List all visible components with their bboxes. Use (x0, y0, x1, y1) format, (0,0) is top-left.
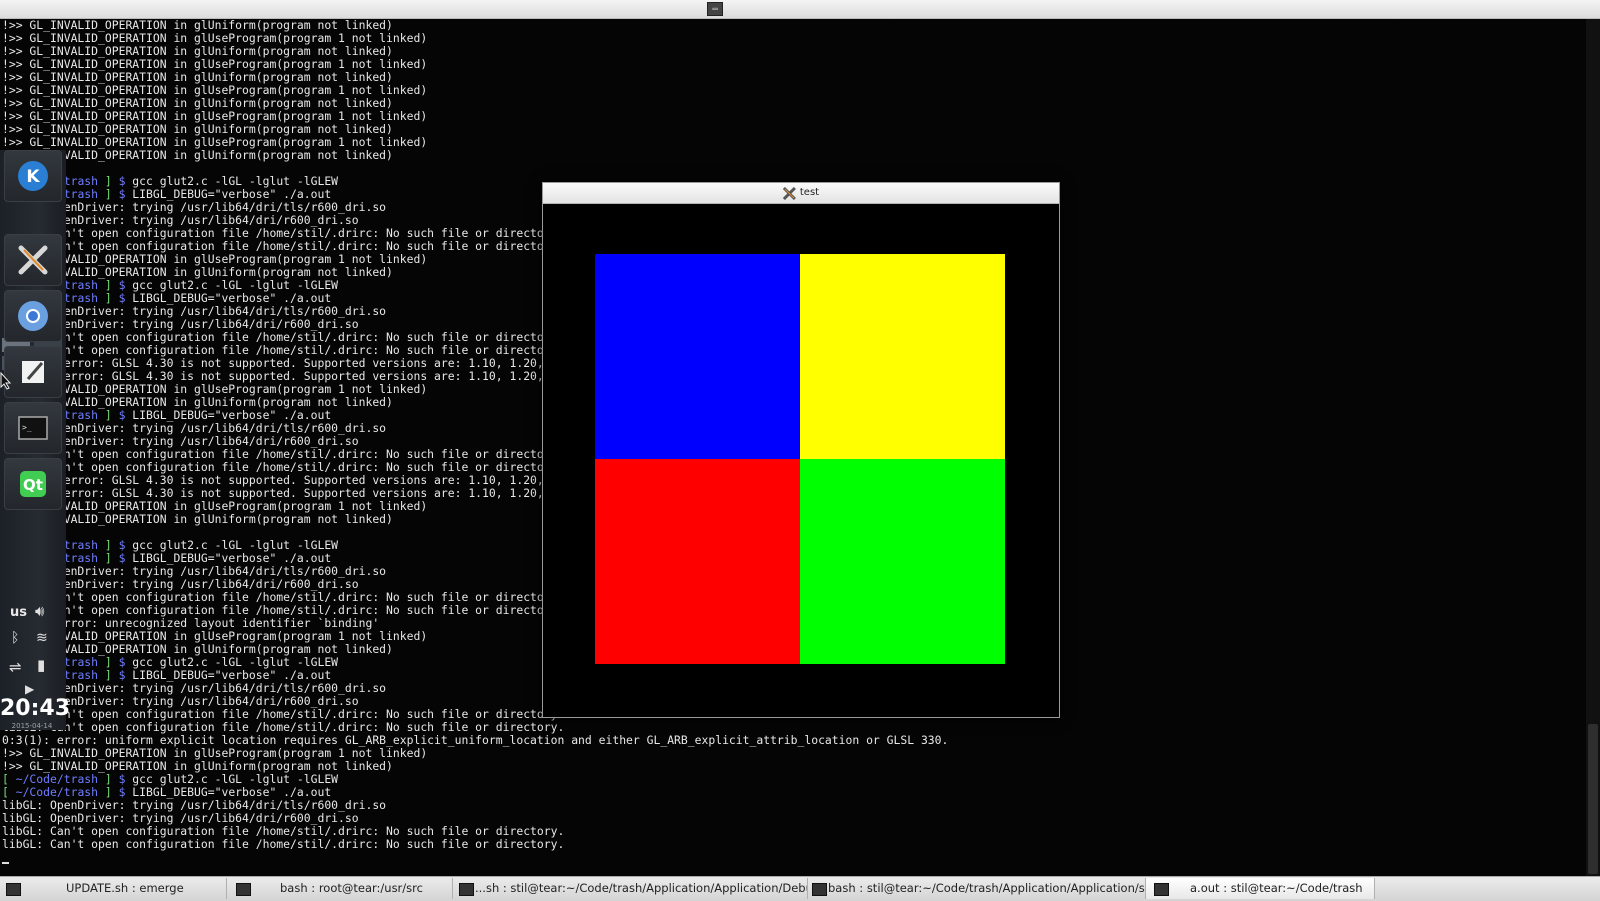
prompt-segment: ] (98, 785, 119, 799)
prompt-segment: [ (2, 785, 16, 799)
terminal-line (0, 851, 1586, 864)
clock-date: 2015-04-14 (11, 722, 53, 730)
terminal-icon (459, 883, 474, 896)
expand-tray-icon[interactable]: ▶ (25, 682, 34, 696)
terminal-icon (1154, 883, 1169, 896)
svg-text:>_: >_ (22, 423, 32, 432)
prompt-segment: $ (118, 278, 126, 292)
top-panel: ▭ (0, 0, 1600, 19)
prompt-segment: ] (98, 278, 119, 292)
x-window-icon (782, 186, 796, 200)
clipboard-icon[interactable]: ▮ (37, 656, 45, 674)
quad-bottom-left (595, 459, 800, 664)
terminal-line: libGL: Can't open configuration file /ho… (2, 837, 565, 851)
task-debug[interactable]: ...sh : stil@tear:~/Code/trash/Applicati… (453, 878, 808, 899)
task-label: a.out : stil@tear:~/Code/trash (1190, 881, 1363, 895)
task-label: bash : stil@tear:~/Code/trash/Applicatio… (828, 881, 1146, 895)
prompt-segment: ] (98, 174, 119, 188)
task-bash-root[interactable]: bash : root@tear:/usr/src (227, 878, 453, 899)
network-icon[interactable]: ⇌ (9, 658, 22, 676)
konsole-icon[interactable]: >_ (4, 402, 62, 454)
window-title: test (799, 187, 820, 198)
prompt-segment: $ (118, 655, 126, 669)
svg-text:Qt: Qt (23, 476, 43, 494)
task-label: UPDATE.sh : emerge (66, 881, 184, 895)
taskbar: UPDATE.sh : emerge bash : root@tear:/usr… (0, 876, 1600, 901)
prompt-segment: ] (98, 408, 119, 422)
mouse-pointer-icon (0, 372, 12, 390)
prompt-segment: ] (98, 551, 119, 565)
prompt-segment: $ (118, 551, 126, 565)
x-terminal-icon[interactable] (4, 234, 62, 286)
prompt-segment: $ (118, 772, 126, 786)
quad-bottom-right (800, 459, 1005, 664)
terminal-icon[interactable]: ▭ (707, 2, 723, 16)
prompt-segment: $ (118, 538, 126, 552)
task-label: bash : root@tear:/usr/src (280, 881, 423, 895)
test-window[interactable]: test (542, 182, 1060, 718)
prompt-segment: ] (98, 668, 119, 682)
prompt-segment: [ (2, 772, 16, 786)
wifi-icon[interactable]: ≋ (36, 630, 48, 646)
gl-canvas[interactable] (544, 204, 1058, 716)
keyboard-layout[interactable]: us (10, 605, 27, 620)
prompt-segment: $ (118, 187, 126, 201)
scrollbar-thumb[interactable] (1588, 724, 1598, 874)
qt-creator-icon[interactable]: Qt (4, 458, 62, 510)
task-update-emerge[interactable]: UPDATE.sh : emerge (0, 878, 227, 899)
quad-top-right (800, 254, 1005, 459)
terminal-cursor (2, 862, 9, 864)
task-src[interactable]: bash : stil@tear:~/Code/trash/Applicatio… (808, 878, 1146, 899)
prompt-segment: $ (118, 408, 126, 422)
prompt-segment: $ (118, 174, 126, 188)
terminal-icon (6, 883, 21, 896)
bluetooth-icon[interactable]: ᛒ (11, 630, 19, 646)
prompt-segment: ] (98, 538, 119, 552)
window-titlebar[interactable]: test (543, 183, 1059, 204)
terminal-scrollbar[interactable] (1586, 19, 1600, 876)
task-label: ...sh : stil@tear:~/Code/trash/Applicati… (475, 881, 808, 895)
quad-top-left (595, 254, 800, 459)
terminal-icon (812, 883, 827, 896)
left-panel: K >_ Qt us 🔊︎ ᛒ ≋ ⇌ ▮ ▶ (0, 150, 66, 730)
clock-time[interactable]: 20:43 (0, 696, 70, 721)
prompt-segment: ] (98, 655, 119, 669)
terminal-icon (236, 883, 251, 896)
text-editor-icon[interactable] (4, 346, 62, 398)
prompt-segment: ~/Code/trash (15, 772, 99, 786)
prompt-segment: ~/Code/trash (15, 785, 99, 799)
prompt-segment: ] (98, 187, 119, 201)
kde-menu-icon[interactable]: K (4, 150, 62, 202)
svg-text:K: K (26, 167, 40, 187)
volume-icon[interactable]: 🔊︎ (35, 602, 44, 620)
prompt-segment: ] (98, 772, 119, 786)
prompt-segment: $ (118, 668, 126, 682)
prompt-segment: $ (118, 785, 126, 799)
prompt-segment: ] (98, 291, 119, 305)
chromium-icon[interactable] (4, 290, 62, 342)
terminal-line: !>> GL_INVALID_OPERATION in glUniform(pr… (2, 148, 393, 162)
task-a-out[interactable]: a.out : stil@tear:~/Code/trash (1146, 878, 1375, 899)
prompt-segment: $ (118, 291, 126, 305)
